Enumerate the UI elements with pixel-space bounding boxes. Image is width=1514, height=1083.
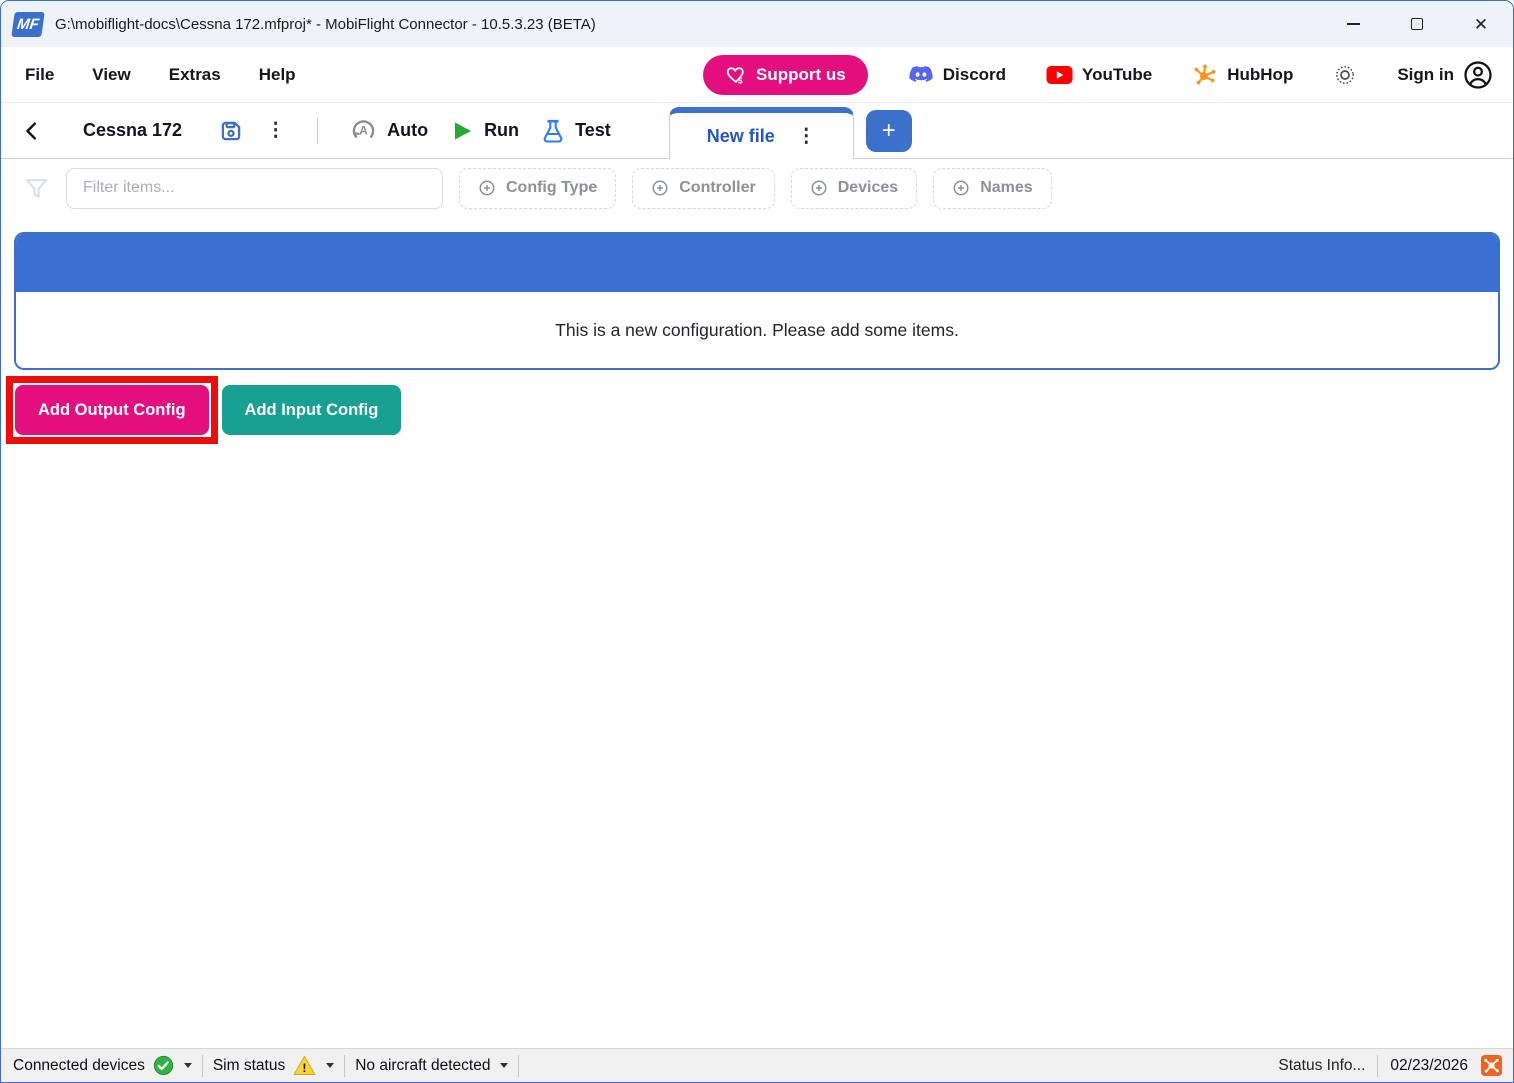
run-play-icon — [450, 119, 474, 143]
plus-circle-icon — [651, 179, 669, 197]
mobiflight-update-icon[interactable] — [1480, 1054, 1503, 1077]
svg-text:!: ! — [303, 1061, 307, 1075]
app-window: MF G:\mobiflight-docs\Cessna 172.mfproj*… — [0, 0, 1514, 1083]
back-button[interactable] — [21, 120, 43, 142]
add-tab-button[interactable]: + — [866, 110, 912, 152]
filter-chip-label: Controller — [679, 179, 755, 197]
menu-help[interactable]: Help — [259, 65, 296, 85]
run-button[interactable]: Run — [450, 119, 519, 143]
tab-new-file[interactable]: New file ⋮ — [669, 107, 854, 159]
user-avatar-icon — [1463, 60, 1493, 90]
menu-file[interactable]: File — [25, 65, 54, 85]
title-bar: MF G:\mobiflight-docs\Cessna 172.mfproj*… — [1, 1, 1513, 47]
chevron-down-icon — [500, 1063, 508, 1068]
content-area: This is a new configuration. Please add … — [1, 217, 1513, 1048]
svg-text:A: A — [359, 123, 368, 137]
red-highlight-annotation: Add Output Config — [6, 376, 218, 444]
sim-status[interactable]: Sim status ! — [203, 1049, 344, 1082]
filter-chip-devices[interactable]: Devices — [791, 168, 918, 209]
plus-circle-icon — [810, 179, 828, 197]
project-menu-kebab[interactable]: ⋮ — [266, 121, 285, 140]
discord-label: Discord — [943, 65, 1006, 85]
close-icon: ✕ — [1474, 16, 1488, 33]
heart-dollar-icon: $ — [725, 64, 747, 86]
filter-row: Config Type Controller Devices Names — [1, 159, 1513, 217]
youtube-icon — [1046, 64, 1073, 86]
plus-circle-icon — [478, 179, 496, 197]
auto-button[interactable]: A Auto — [350, 117, 428, 144]
save-icon[interactable] — [218, 118, 244, 144]
empty-config-message: This is a new configuration. Please add … — [16, 292, 1498, 368]
chevron-down-icon — [326, 1063, 334, 1068]
filter-chip-controller[interactable]: Controller — [632, 168, 774, 209]
window-controls: ✕ — [1321, 1, 1513, 47]
menu-view[interactable]: View — [92, 65, 130, 85]
toolbar-divider — [317, 118, 318, 144]
aircraft-status-label: No aircraft detected — [355, 1057, 490, 1075]
auto-label: Auto — [387, 120, 428, 141]
filter-chip-names[interactable]: Names — [933, 168, 1051, 209]
minimize-icon — [1347, 23, 1360, 25]
filter-funnel-icon — [23, 175, 50, 202]
youtube-link[interactable]: YouTube — [1046, 64, 1152, 86]
menu-extras[interactable]: Extras — [169, 65, 221, 85]
menu-bar: File View Extras Help $ Support us Disco… — [1, 47, 1513, 103]
config-table-header — [16, 234, 1498, 292]
maximize-icon — [1411, 18, 1423, 30]
filter-items-input[interactable] — [66, 168, 443, 209]
theme-toggle[interactable] — [1333, 63, 1357, 87]
warning-triangle-icon: ! — [293, 1055, 316, 1076]
status-info-link[interactable]: Status Info... — [1278, 1057, 1365, 1075]
filter-chip-label: Names — [980, 179, 1032, 197]
app-logo-icon: MF — [11, 12, 45, 37]
sun-icon — [1333, 63, 1357, 87]
maximize-button[interactable] — [1385, 1, 1449, 47]
chevron-down-icon — [184, 1063, 192, 1068]
svg-text:$: $ — [738, 76, 743, 85]
statusbar-divider — [518, 1055, 519, 1077]
statusbar-divider — [1377, 1055, 1378, 1077]
youtube-label: YouTube — [1082, 65, 1152, 85]
tab-menu-kebab[interactable]: ⋮ — [797, 127, 816, 146]
hubhop-label: HubHop — [1227, 65, 1293, 85]
auto-icon: A — [350, 117, 377, 144]
test-flask-icon — [541, 118, 565, 144]
add-config-row: Add Output Config Add Input Config — [1, 376, 1513, 444]
connected-devices-label: Connected devices — [13, 1057, 145, 1075]
support-us-label: Support us — [756, 65, 846, 85]
hubhop-link[interactable]: HubHop — [1192, 62, 1293, 88]
discord-icon — [908, 62, 934, 88]
minimize-button[interactable] — [1321, 1, 1385, 47]
discord-link[interactable]: Discord — [908, 62, 1006, 88]
status-date: 02/23/2026 — [1390, 1057, 1468, 1075]
add-output-config-button[interactable]: Add Output Config — [15, 385, 209, 435]
sign-in-button[interactable]: Sign in — [1397, 60, 1493, 90]
connected-devices-status[interactable]: Connected devices — [13, 1049, 202, 1082]
window-title: G:\mobiflight-docs\Cessna 172.mfproj* - … — [55, 16, 596, 33]
filter-chip-config-type[interactable]: Config Type — [459, 168, 616, 209]
tab-label: New file — [707, 126, 775, 147]
plus-circle-icon — [952, 179, 970, 197]
toolbar: Cessna 172 ⋮ A Auto Run — [1, 103, 1513, 159]
status-bar: Connected devices Sim status ! No aircra… — [1, 1048, 1513, 1082]
add-input-config-button[interactable]: Add Input Config — [222, 385, 402, 435]
config-table-card: This is a new configuration. Please add … — [14, 232, 1500, 370]
test-button[interactable]: Test — [541, 118, 611, 144]
filter-chip-label: Config Type — [506, 179, 597, 197]
aircraft-status[interactable]: No aircraft detected — [345, 1049, 518, 1082]
sign-in-label: Sign in — [1397, 65, 1454, 85]
test-label: Test — [575, 120, 611, 141]
sim-status-label: Sim status — [213, 1057, 285, 1075]
run-label: Run — [484, 120, 519, 141]
support-us-button[interactable]: $ Support us — [703, 55, 868, 95]
close-button[interactable]: ✕ — [1449, 1, 1513, 47]
check-circle-icon — [153, 1055, 174, 1076]
project-name: Cessna 172 — [83, 120, 182, 141]
filter-chip-label: Devices — [838, 179, 899, 197]
hubhop-icon — [1192, 62, 1218, 88]
